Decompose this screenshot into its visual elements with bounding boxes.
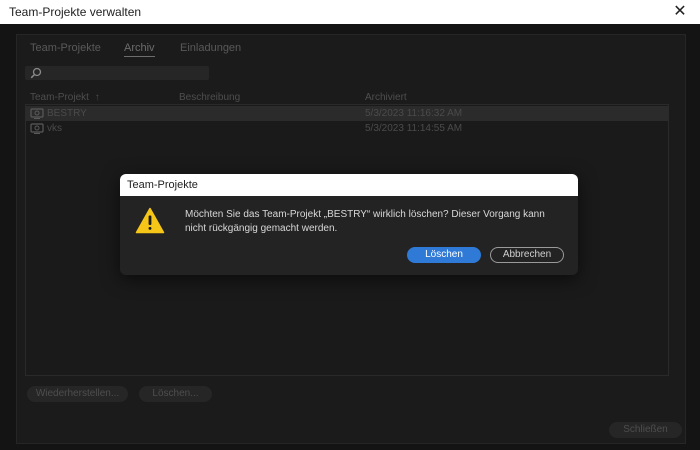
tab-archiv[interactable]: Archiv [124,41,155,57]
close-icon[interactable]: ✕ [666,0,694,24]
row-archived: 5/3/2023 11:14:55 AM [365,123,463,134]
row-name: BESTRY [47,108,87,119]
table-row[interactable]: vks 5/3/2023 11:14:55 AM [26,121,668,136]
tab-einladungen[interactable]: Einladungen [180,41,241,55]
delete-button[interactable]: Löschen... [139,386,212,402]
confirm-delete-button[interactable]: Löschen [407,247,481,263]
dialog-titlebar: Team-Projekte [120,174,578,196]
column-header-team-projekt[interactable]: Team-Projekt ↑ [30,92,100,104]
search-box[interactable] [25,66,209,80]
window-title: Team-Projekte verwalten [9,5,142,19]
team-project-icon [30,108,44,119]
row-name: vks [47,123,62,134]
close-button[interactable]: Schließen [609,422,682,438]
row-archived: 5/3/2023 11:16:32 AM [365,108,463,119]
column-header-beschreibung[interactable]: Beschreibung [179,92,240,104]
column-header-archiviert[interactable]: Archiviert [365,92,407,104]
team-project-icon [30,123,44,134]
confirm-delete-dialog: Team-Projekte Möchten Sie das Team-Proje… [120,174,578,275]
restore-button[interactable]: Wiederherstellen... [27,386,128,402]
search-icon [30,67,42,79]
warning-icon [135,207,165,234]
tab-team-projekte[interactable]: Team-Projekte [30,41,101,55]
dialog-message: Möchten Sie das Team-Projekt „BESTRY“ wi… [185,209,545,234]
search-input[interactable] [43,66,203,80]
sort-ascending-icon: ↑ [94,92,100,103]
column-header-label: Team-Projekt [30,92,89,103]
dialog-title: Team-Projekte [127,179,198,191]
table-row[interactable]: BESTRY 5/3/2023 11:16:32 AM [26,106,668,121]
window-titlebar: Team-Projekte verwalten ✕ [0,0,700,25]
cancel-button[interactable]: Abbrechen [490,247,564,263]
